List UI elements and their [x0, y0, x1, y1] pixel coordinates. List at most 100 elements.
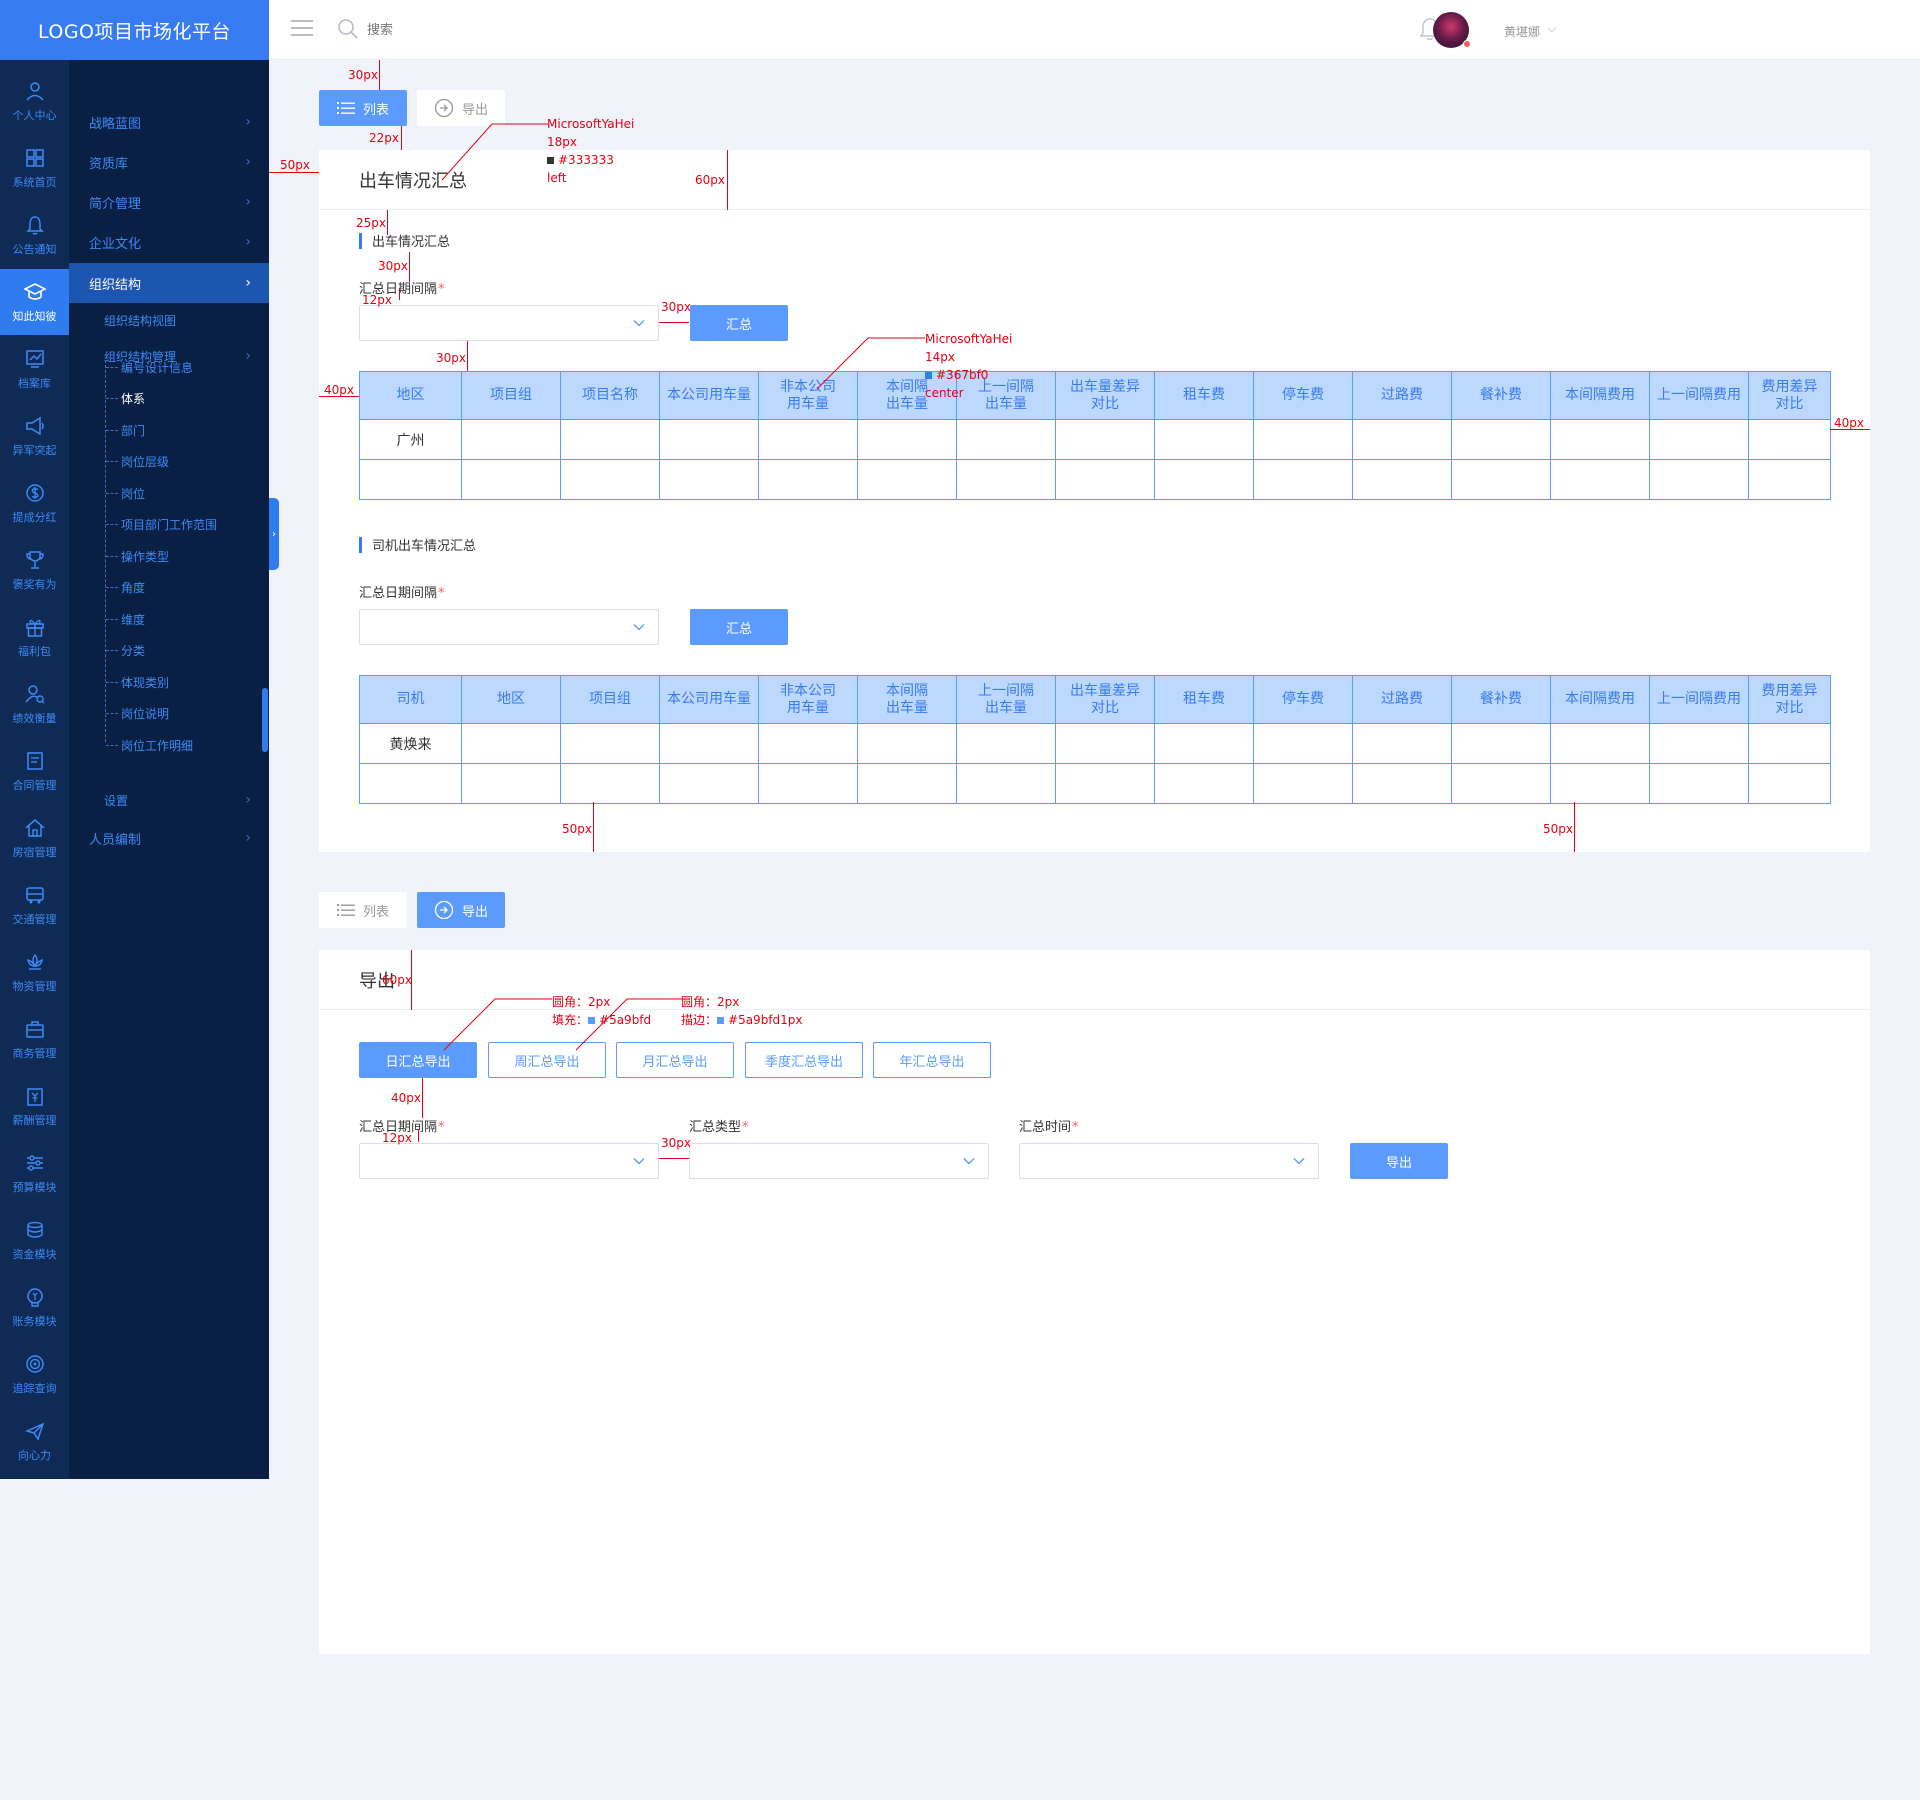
- section-title: 司机出车情况汇总: [359, 535, 476, 554]
- rail-item[interactable]: 商务管理: [0, 1006, 69, 1072]
- rail-item[interactable]: 福利包: [0, 604, 69, 670]
- rail-item-label: 提成分红: [12, 510, 57, 524]
- column-header-text: 费用差异: [1761, 682, 1818, 699]
- rail-item[interactable]: 系统首页: [0, 135, 69, 201]
- menu-icon[interactable]: [291, 20, 313, 38]
- app-logo[interactable]: LOGO项目市场化平台: [0, 0, 269, 60]
- submenu-child[interactable]: 设置 ›: [69, 782, 269, 818]
- rail-item[interactable]: 追踪查询: [0, 1341, 69, 1407]
- tree-item[interactable]: 岗位层级: [106, 449, 266, 475]
- ledger-icon: [24, 1286, 46, 1308]
- chevron-right-icon: ›: [245, 154, 251, 170]
- tree-item[interactable]: 操作类型: [106, 543, 266, 569]
- section-title: 出车情况汇总: [359, 231, 450, 250]
- submenu-child[interactable]: 组织结构视图: [69, 302, 269, 338]
- tree-item-label: 岗位: [121, 486, 146, 501]
- dimension-line: [727, 150, 728, 210]
- tab-list[interactable]: 列表: [319, 892, 407, 928]
- chevron-down-icon[interactable]: ⌵: [1548, 22, 1556, 36]
- dimension-label: 30px: [661, 300, 691, 314]
- rail-item[interactable]: 薪酬管理: [0, 1073, 69, 1139]
- tree-item[interactable]: 部门: [106, 417, 266, 443]
- summarize-button[interactable]: 汇总: [690, 305, 788, 341]
- submenu-item[interactable]: 人员编制 ›: [69, 818, 269, 858]
- search-input[interactable]: [367, 19, 567, 41]
- column-header-text: 地区: [497, 691, 525, 707]
- rail-item[interactable]: 账务模块: [0, 1274, 69, 1340]
- column-header-text: 地区: [396, 387, 425, 403]
- submenu-item[interactable]: 资质库 ›: [69, 142, 269, 182]
- tree-item[interactable]: 岗位说明: [106, 701, 266, 727]
- summary-type-select[interactable]: [689, 1143, 989, 1179]
- summary-time-select[interactable]: [1019, 1143, 1319, 1179]
- rail-item[interactable]: 褒奖有为: [0, 537, 69, 603]
- rail-item[interactable]: 知此知彼: [0, 269, 69, 335]
- column-header-text: 出车量: [886, 699, 928, 716]
- table-cell: [1352, 419, 1452, 460]
- table-cell: [1550, 723, 1650, 764]
- user-icon: [24, 80, 46, 102]
- tree-item[interactable]: 分类: [106, 638, 266, 664]
- tree-item[interactable]: 岗位工作明细: [106, 732, 266, 758]
- date-interval-select[interactable]: [359, 1143, 659, 1179]
- date-interval-select[interactable]: [359, 609, 659, 645]
- leader-line: [816, 337, 925, 390]
- quarterly-export-button[interactable]: 季度汇总导出: [745, 1042, 863, 1078]
- dimension-line: [659, 322, 689, 323]
- rail-item[interactable]: 房宿管理: [0, 805, 69, 871]
- rail-item[interactable]: 资金模块: [0, 1207, 69, 1273]
- spec-align: left: [547, 171, 567, 185]
- rail-item[interactable]: 绩效衡量: [0, 671, 69, 737]
- username[interactable]: 黄堪娜: [1504, 23, 1540, 40]
- rail-item[interactable]: 提成分红: [0, 470, 69, 536]
- table-cell: [1154, 419, 1254, 460]
- table-cell: [1451, 419, 1551, 460]
- tree-item[interactable]: 体系: [106, 386, 266, 412]
- table-cell: [1451, 763, 1551, 804]
- submenu-item[interactable]: 企业文化 ›: [69, 222, 269, 262]
- rail-item[interactable]: 交通管理: [0, 872, 69, 938]
- collapse-sidebar-handle[interactable]: ›: [269, 498, 279, 570]
- table-cell: 广州: [359, 419, 462, 460]
- tree-item[interactable]: 角度: [106, 575, 266, 601]
- rail-item[interactable]: 异军突起: [0, 403, 69, 469]
- submenu-item[interactable]: 简介管理 ›: [69, 182, 269, 222]
- tab-list[interactable]: 列表: [319, 90, 407, 126]
- rail-item[interactable]: 预算模块: [0, 1140, 69, 1206]
- dimension-label: 50px: [1543, 822, 1573, 836]
- column-header-text: 停车费: [1282, 691, 1324, 707]
- rail-item-label: 合同管理: [12, 778, 57, 792]
- submenu-item-active[interactable]: 组织结构 ›: [69, 263, 269, 303]
- list-icon: [336, 101, 355, 115]
- date-interval-select[interactable]: [359, 305, 659, 341]
- table-cell: [758, 723, 858, 764]
- rail-item[interactable]: 合同管理: [0, 738, 69, 804]
- yearly-export-button[interactable]: 年汇总导出: [873, 1042, 991, 1078]
- column-header-text: 出车量: [985, 395, 1027, 412]
- table-cell: [1154, 763, 1254, 804]
- spec-color: #333333: [547, 151, 614, 169]
- rail-item[interactable]: 物资管理: [0, 939, 69, 1005]
- export-button[interactable]: 导出: [1350, 1143, 1448, 1179]
- table-cell: [956, 419, 1056, 460]
- tree-item[interactable]: 岗位: [106, 480, 266, 506]
- tab-export[interactable]: 导出: [417, 892, 505, 928]
- tree-item[interactable]: 编号设计信息: [106, 354, 266, 380]
- rail-item[interactable]: 档案库: [0, 336, 69, 402]
- tree-item-label: 部门: [121, 423, 146, 438]
- rail-item-label: 资金模块: [12, 1247, 57, 1261]
- search-icon[interactable]: [337, 18, 359, 44]
- submenu-item[interactable]: 战略蓝图 ›: [69, 102, 269, 142]
- dimension-label: 25px: [356, 216, 386, 230]
- tree-item[interactable]: 项目部门工作范围: [106, 512, 266, 538]
- rail-item[interactable]: 向心力: [0, 1408, 69, 1474]
- rail-item[interactable]: 个人中心: [0, 68, 69, 134]
- submenu-item-label: 资质库: [89, 156, 129, 172]
- submenu-item-label: 战略蓝图: [89, 116, 142, 132]
- tree-item[interactable]: 体现类别: [106, 669, 266, 695]
- submenu-scrollbar[interactable]: [262, 688, 268, 752]
- rail-item[interactable]: 公告通知: [0, 202, 69, 268]
- summarize-button[interactable]: 汇总: [690, 609, 788, 645]
- submenu-item-label: 人员编制: [89, 832, 142, 848]
- tree-item[interactable]: 维度: [106, 606, 266, 632]
